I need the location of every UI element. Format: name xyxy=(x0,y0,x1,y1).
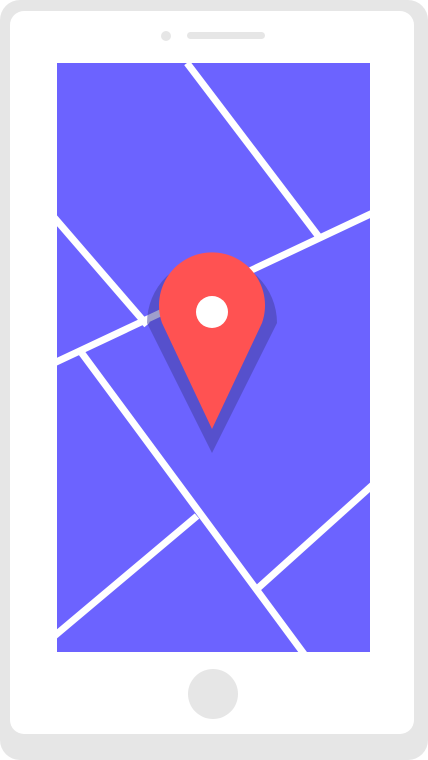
phone-illustration xyxy=(0,0,428,760)
pin-dot xyxy=(196,296,228,328)
map-view[interactable] xyxy=(57,63,370,652)
home-button[interactable] xyxy=(188,669,238,719)
earpiece-speaker xyxy=(187,32,265,39)
front-camera xyxy=(161,31,171,41)
phone-screen[interactable] xyxy=(57,63,370,652)
